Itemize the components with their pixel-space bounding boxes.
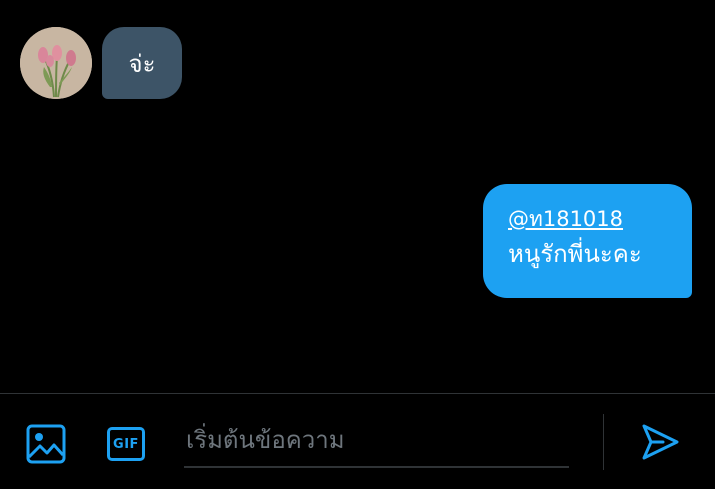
send-button[interactable] — [636, 418, 684, 466]
tulip-flowers-avatar-icon — [20, 27, 92, 99]
message-composer: GIF — [0, 393, 715, 489]
image-icon — [26, 424, 66, 464]
mention-link[interactable]: @ท181018 — [508, 204, 668, 234]
add-gif-button[interactable]: GIF — [102, 421, 150, 467]
avatar[interactable] — [20, 27, 92, 99]
outgoing-message-text: หนูรักพี่นะคะ — [508, 240, 642, 268]
composer-divider — [603, 414, 604, 470]
gif-icon: GIF — [107, 427, 145, 461]
outgoing-message-bubble[interactable]: @ท181018 หนูรักพี่นะคะ — [483, 184, 692, 298]
add-image-button[interactable] — [22, 421, 70, 467]
incoming-message-text: จ่ะ — [128, 49, 156, 78]
chat-screen: จ่ะ @ท181018 หนูรักพี่นะคะ GIF — [0, 0, 715, 489]
send-icon — [642, 424, 679, 460]
message-input[interactable] — [184, 414, 569, 468]
incoming-message-bubble[interactable]: จ่ะ — [102, 27, 182, 99]
